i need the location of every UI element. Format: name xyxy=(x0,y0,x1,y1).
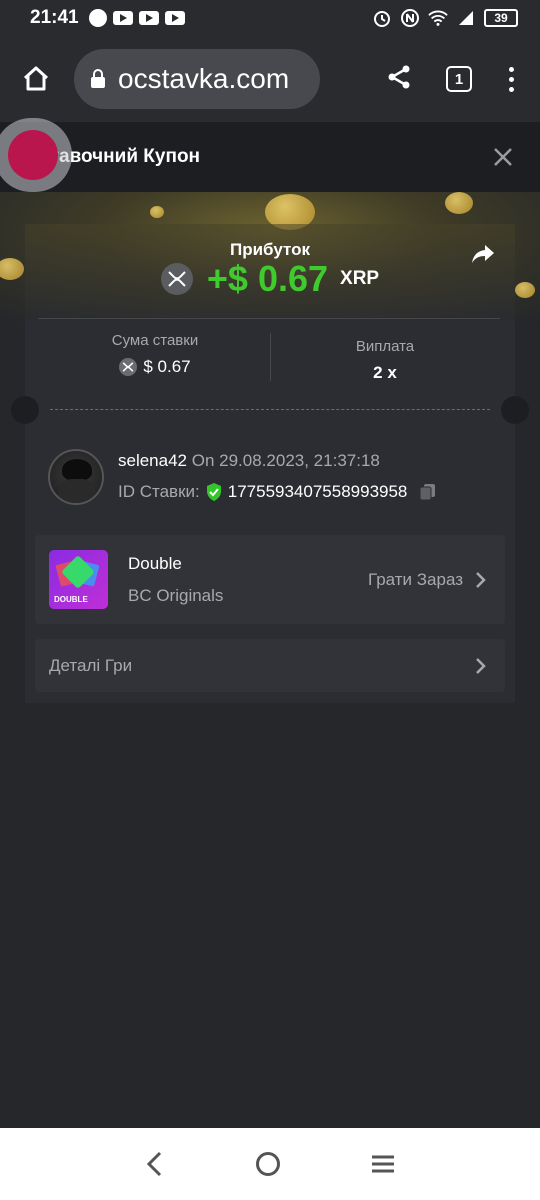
payout-stat: Виплата 2 x xyxy=(275,338,495,383)
share-button[interactable] xyxy=(386,64,412,95)
close-icon[interactable] xyxy=(492,146,514,168)
game-thumbnail: DOUBLE xyxy=(49,550,108,609)
game-provider: BC Originals xyxy=(128,586,224,605)
battery-indicator: 39 xyxy=(484,9,518,27)
verified-shield-icon xyxy=(206,483,221,501)
bet-id: 1775593407558993958 xyxy=(227,482,408,501)
xrp-icon xyxy=(160,263,193,295)
home-button[interactable] xyxy=(16,59,56,99)
profit-label: Прибуток xyxy=(230,240,310,259)
panel-header: Ставочний Купон xyxy=(0,122,540,192)
status-bar: 21:41 39 xyxy=(0,0,540,36)
dashed-divider xyxy=(50,409,490,410)
chevron-right-icon xyxy=(476,572,486,588)
divider xyxy=(270,333,271,381)
game-details-row[interactable]: Деталі Гри xyxy=(35,639,505,692)
username[interactable]: selena42 xyxy=(118,451,187,470)
bubble-avatar xyxy=(8,130,58,180)
url-text: ocstavka.com xyxy=(118,63,290,94)
coin-decoration xyxy=(150,206,164,218)
home-icon xyxy=(23,66,49,91)
user-line: selena42 On 29.08.2023, 21:37:18 xyxy=(118,451,380,471)
youtube-icon xyxy=(164,11,185,25)
coin-decoration xyxy=(445,192,473,214)
avatar[interactable] xyxy=(48,449,104,505)
signal-icon xyxy=(456,8,476,28)
bet-id-label: ID Ставки: xyxy=(118,482,200,501)
game-details-label: Деталі Гри xyxy=(49,656,133,675)
lock-icon xyxy=(91,69,105,88)
game-thumb-label: DOUBLE xyxy=(54,595,88,604)
stake-label: Сума ставки xyxy=(111,332,199,349)
share-nodes-icon xyxy=(388,65,410,88)
notification-icons xyxy=(88,9,185,27)
home-circle-icon[interactable] xyxy=(255,1151,281,1177)
youtube-icon xyxy=(112,11,133,25)
alarm-icon xyxy=(372,8,392,28)
copy-icon[interactable] xyxy=(418,482,438,502)
chevron-right-icon xyxy=(476,658,486,674)
menu-button[interactable] xyxy=(506,66,516,92)
game-name: Double xyxy=(128,554,182,573)
back-icon[interactable] xyxy=(145,1151,165,1177)
share-arrow-icon[interactable] xyxy=(470,243,496,267)
messenger-icon xyxy=(88,9,107,27)
stake-value: $ 0.67 xyxy=(143,357,191,376)
profit-amount: +$ 0.67 xyxy=(206,258,329,299)
browser-toolbar: ocstavka.com 1 xyxy=(0,36,540,122)
bet-timestamp: On 29.08.2023, 21:37:18 xyxy=(191,451,380,470)
payout-label: Виплата xyxy=(355,338,415,355)
status-time: 21:41 xyxy=(30,7,79,28)
xrp-icon xyxy=(119,358,138,376)
status-right: 39 xyxy=(372,8,518,28)
bet-id-line: ID Ставки: 1775593407558993958 xyxy=(118,482,438,502)
game-row[interactable]: DOUBLE Double BC Originals Грати Зараз xyxy=(35,535,505,624)
ticket-notch xyxy=(501,396,529,424)
floating-chat-bubble[interactable] xyxy=(0,118,72,192)
payout-value: 2 x xyxy=(373,363,397,382)
youtube-icon xyxy=(138,11,159,25)
nfc-icon xyxy=(400,8,420,28)
play-now-link[interactable]: Грати Зараз xyxy=(368,570,463,590)
profit-currency: XRP xyxy=(340,268,380,289)
empty-area xyxy=(0,703,540,1130)
divider xyxy=(38,318,500,319)
ticket-notch xyxy=(11,396,39,424)
stake-stat: Сума ставки $ 0.67 xyxy=(45,332,265,377)
system-nav-bar xyxy=(0,1128,540,1200)
profit-row: +$ 0.67 XRP xyxy=(0,258,540,300)
tabs-button[interactable]: 1 xyxy=(446,66,472,92)
url-bar[interactable]: ocstavka.com xyxy=(74,49,320,109)
recents-icon[interactable] xyxy=(371,1154,395,1174)
wifi-icon xyxy=(428,8,448,28)
